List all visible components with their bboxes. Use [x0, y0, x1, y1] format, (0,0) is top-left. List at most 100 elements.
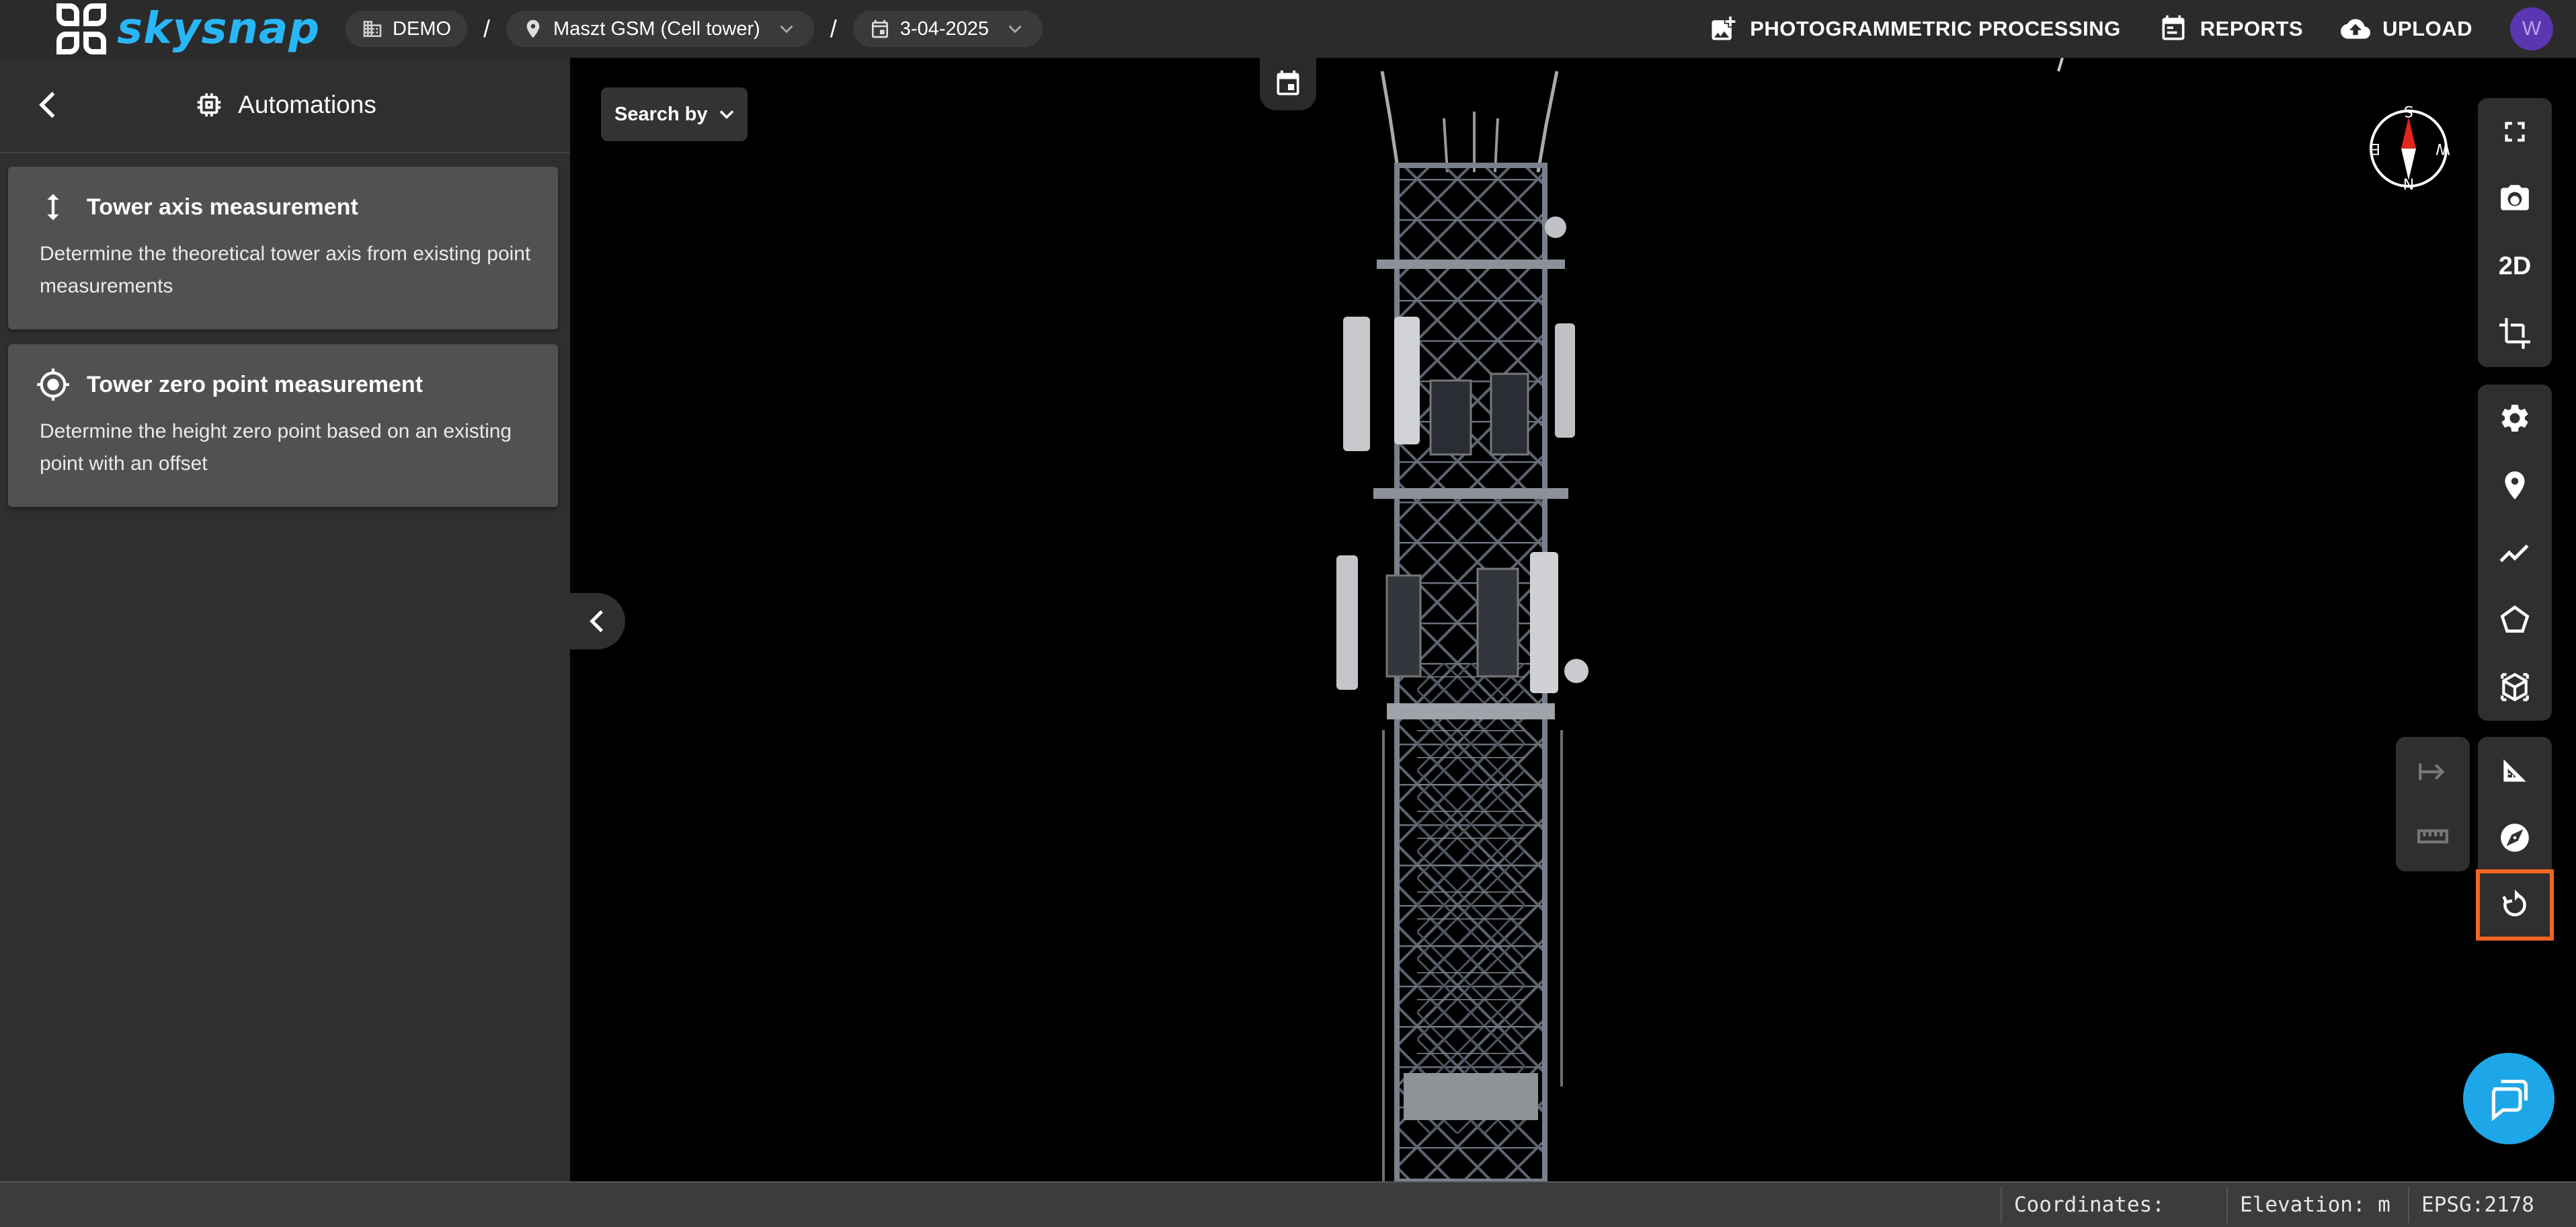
- tower-point-cloud[interactable]: [570, 58, 2576, 1181]
- breadcrumb-separator: /: [830, 15, 837, 42]
- equipment-box: [1429, 379, 1472, 456]
- chevron-left-icon: [590, 610, 604, 633]
- chip-icon: [197, 93, 221, 117]
- search-by-label: Search by: [614, 103, 708, 125]
- card-description: Determine the height zero point based on…: [40, 420, 512, 475]
- automations-panel: Automations Tower axis measurement Deter…: [0, 58, 570, 1181]
- rotate-icon: [2502, 889, 2526, 916]
- automation-card-tower-zero-point[interactable]: Tower zero point measurement Determine t…: [8, 344, 558, 507]
- dish: [1564, 659, 1588, 683]
- coordinates-readout: Coordinates:: [2001, 1187, 2226, 1223]
- breadcrumb-date[interactable]: 3-04-2025: [852, 11, 1043, 47]
- logo-mark-icon: [56, 3, 106, 54]
- measure-toolbar: [2476, 737, 2554, 941]
- status-bar: Coordinates: Elevation: m EPSG:2178: [0, 1181, 2576, 1227]
- compass-icon[interactable]: S N E W: [2365, 105, 2452, 192]
- rotate-button[interactable]: [2476, 869, 2554, 941]
- distance-tool-button[interactable]: [2396, 740, 2470, 804]
- antenna-panel: [1555, 323, 1575, 438]
- chat-icon: [2491, 1079, 2528, 1121]
- breadcrumb-date-label: 3-04-2025: [899, 17, 990, 40]
- mast-line: [1536, 71, 1559, 173]
- card-title-label: Tower axis measurement: [87, 194, 358, 220]
- compass-s-label: S: [2404, 105, 2413, 119]
- antenna-panel: [1394, 317, 1420, 444]
- panel-title-label: Automations: [238, 91, 376, 118]
- arrow-to-line-icon: [2419, 763, 2445, 781]
- ruler-icon: [2417, 829, 2448, 844]
- screenshot-button[interactable]: [2478, 165, 2552, 233]
- photogrammetric-processing-label: PHOTOGRAMMETRIC PROCESSING: [1750, 17, 2121, 40]
- breadcrumb-site[interactable]: Maszt GSM (Cell tower): [506, 11, 814, 47]
- platform: [1404, 1073, 1538, 1120]
- breadcrumb-org-label: DEMO: [393, 17, 452, 40]
- camera-icon: [2501, 185, 2529, 210]
- chat-support-button[interactable]: [2463, 1053, 2554, 1144]
- elevation-readout: Elevation: m: [2226, 1187, 2408, 1223]
- back-arrow-icon[interactable]: [28, 85, 69, 125]
- settings-button[interactable]: [2478, 385, 2552, 452]
- reports-label: REPORTS: [2200, 17, 2304, 40]
- calendar-icon: [1277, 70, 1299, 95]
- breadcrumb-separator: /: [483, 15, 491, 42]
- equipment-box: [1490, 372, 1529, 456]
- chevron-down-icon: [780, 25, 793, 34]
- set-square-icon: [2503, 759, 2526, 782]
- add-photo-icon: [1712, 16, 1736, 40]
- cloud-upload-icon: [2341, 19, 2371, 39]
- report-icon: [2162, 15, 2185, 40]
- platform: [1373, 488, 1568, 499]
- navigation-button[interactable]: [2478, 804, 2552, 871]
- measurement-subtoolbar: [2396, 737, 2470, 871]
- point-tool-button[interactable]: [2478, 452, 2552, 519]
- explore-compass-icon: [2501, 824, 2529, 852]
- automation-card-tower-axis[interactable]: Tower axis measurement Determine the the…: [8, 167, 558, 329]
- user-avatar[interactable]: W: [2510, 7, 2553, 50]
- equipment-box: [1476, 567, 1519, 678]
- view-2d-label: 2D: [2498, 251, 2532, 280]
- upload-label: UPLOAD: [2382, 17, 2472, 40]
- vertical-arrows-icon: [47, 194, 59, 221]
- dish: [1545, 216, 1566, 238]
- search-by-button[interactable]: Search by: [601, 87, 748, 141]
- compass-e-label: E: [2371, 140, 2380, 157]
- building-icon: [363, 21, 382, 37]
- top-bar: skysnap DEMO / Maszt GSM (Cell tower) / …: [0, 0, 2576, 58]
- volume-tool-button[interactable]: [2478, 654, 2552, 721]
- tower-inner-lattice: [1417, 663, 1525, 1134]
- calendar-icon: [871, 19, 888, 38]
- view-2d-button[interactable]: 2D: [2478, 233, 2552, 300]
- crop-button[interactable]: [2478, 300, 2552, 367]
- panel-title: Automations: [194, 89, 376, 120]
- polygon-tool-button[interactable]: [2478, 586, 2552, 654]
- measure-button[interactable]: [2478, 737, 2552, 804]
- view-toolbar: 2D: [2478, 98, 2552, 367]
- artifact-line: [2057, 58, 2064, 72]
- compass-n-label: N: [2403, 177, 2414, 192]
- reports-button[interactable]: REPORTS: [2159, 14, 2303, 44]
- collapse-panel-button[interactable]: [570, 593, 625, 649]
- polyline-icon: [2499, 544, 2529, 563]
- ruler-tool-button[interactable]: [2396, 804, 2470, 869]
- chevron-down-icon: [719, 110, 733, 120]
- panel-header: Automations: [0, 58, 570, 153]
- antenna-panel: [1336, 555, 1358, 690]
- 3d-viewer[interactable]: Search by S N E W 2D: [570, 58, 2576, 1181]
- app-logo[interactable]: skysnap: [54, 0, 320, 58]
- mast-line: [1380, 71, 1400, 173]
- fullscreen-icon: [2505, 122, 2525, 142]
- calendar-tab-button[interactable]: [1260, 58, 1316, 110]
- fullscreen-button[interactable]: [2478, 98, 2552, 165]
- card-title: Tower zero point measurement: [37, 367, 534, 402]
- equipment-box: [1385, 574, 1422, 678]
- location-pin-icon: [2505, 471, 2525, 500]
- upload-button[interactable]: UPLOAD: [2341, 14, 2472, 44]
- gear-icon: [2501, 405, 2528, 432]
- photogrammetric-processing-button[interactable]: PHOTOGRAMMETRIC PROCESSING: [1708, 14, 2121, 44]
- breadcrumb-org[interactable]: DEMO: [346, 11, 468, 47]
- card-title-label: Tower zero point measurement: [87, 371, 424, 397]
- card-title: Tower axis measurement: [40, 190, 534, 225]
- polyline-tool-button[interactable]: [2478, 519, 2552, 586]
- annotation-toolbar: [2478, 385, 2552, 721]
- chevron-down-icon: [1008, 25, 1022, 34]
